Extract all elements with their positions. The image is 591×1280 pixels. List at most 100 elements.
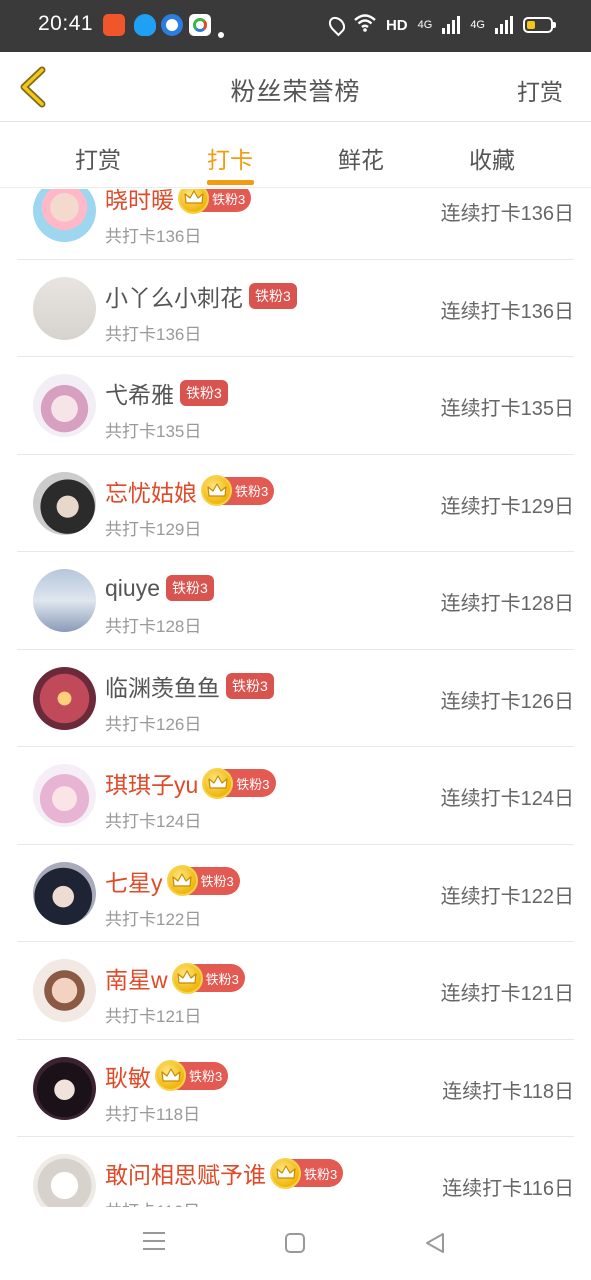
avatar[interactable]: [33, 666, 96, 730]
user-name[interactable]: 忘忧姑娘: [105, 474, 197, 508]
consecutive-checkin-days: 连续打卡121日: [440, 983, 574, 1005]
avatar[interactable]: [33, 471, 96, 535]
user-name[interactable]: 琪琪子yu: [105, 766, 198, 800]
system-navigation-bar: [0, 1207, 591, 1280]
consecutive-checkin-days: 连续打卡128日: [440, 593, 574, 615]
tab-reward[interactable]: 打赏: [38, 141, 158, 175]
consecutive-checkin-days: 连续打卡126日: [440, 690, 574, 713]
status-time: 20:41: [38, 12, 94, 35]
name-line: 七星y 铁粉3: [105, 865, 240, 897]
avatar[interactable]: [33, 374, 96, 437]
avatar[interactable]: [33, 1154, 96, 1207]
user-name[interactable]: 临渊羡鱼鱼: [105, 669, 220, 703]
home-square-icon[interactable]: [285, 1233, 305, 1253]
user-name[interactable]: qiuye: [105, 575, 160, 602]
menu-icon[interactable]: [143, 1232, 165, 1252]
crown-fan-badge: 铁粉3: [178, 189, 252, 214]
ranking-row[interactable]: qiuye 铁粉3 共打卡128日 连续打卡128日: [17, 552, 574, 650]
avatar[interactable]: [33, 1056, 96, 1120]
name-line: 晓时暖 铁粉3: [105, 189, 252, 215]
name-line: 南星w 铁粉3: [105, 962, 245, 994]
consecutive-checkin-days: 连续打卡136日: [440, 300, 574, 323]
name-line: 小丫么小刺花 铁粉3: [105, 280, 297, 312]
ranking-row[interactable]: 南星w 铁粉3 共打卡121日 连续打卡121日: [17, 942, 574, 1040]
consecutive-checkin-days: 连续打卡129日: [440, 495, 574, 518]
total-checkin-days: 共打卡136日: [105, 324, 202, 344]
ranking-row[interactable]: 弋希雅 铁粉3 共打卡135日 连续打卡135日: [17, 357, 574, 455]
ranking-row[interactable]: 琪琪子yu 铁粉3 共打卡124日 连续打卡124日: [17, 747, 574, 845]
wifi-icon: [354, 13, 376, 37]
user-name[interactable]: 七星y: [105, 864, 163, 898]
fan-level-label: 铁粉3: [212, 191, 246, 207]
qq-notification-icon: [134, 14, 156, 36]
fan-level-label: 铁粉3: [235, 484, 269, 499]
crown-icon: [178, 189, 209, 214]
reward-action-button[interactable]: 打赏: [517, 73, 563, 107]
photos-notification-icon: [189, 14, 211, 36]
ranking-tabs: 打赏 打卡 鲜花 收藏: [0, 123, 591, 188]
total-checkin-days: 共打卡128日: [105, 617, 202, 636]
consecutive-checkin-days: 连续打卡124日: [440, 788, 574, 810]
status-bar: 20:41 HD 4G 4G: [0, 0, 591, 52]
consecutive-checkin-days: 连续打卡122日: [440, 885, 574, 908]
browser-notification-icon: [161, 14, 183, 36]
tab-flowers[interactable]: 鲜花: [301, 141, 421, 175]
total-checkin-days: 共打卡121日: [105, 1007, 202, 1026]
user-name[interactable]: 耿敏: [105, 1059, 151, 1093]
consecutive-checkin-days: 连续打卡136日: [440, 203, 574, 225]
location-icon: [325, 13, 349, 37]
crown-icon: [171, 962, 203, 994]
crown-fan-badge: 铁粉3: [166, 865, 240, 896]
tab-favorites[interactable]: 收藏: [432, 141, 552, 175]
name-line: 弋希雅 铁粉3: [105, 377, 228, 409]
ranking-row[interactable]: 耿敏 铁粉3 共打卡118日 连续打卡118日: [17, 1040, 574, 1137]
crown-fan-badge: 铁粉3: [270, 1157, 344, 1189]
ranking-row[interactable]: 忘忧姑娘 铁粉3 共打卡129日 连续打卡129日: [17, 455, 574, 552]
avatar[interactable]: [33, 569, 96, 632]
battery-icon: [523, 17, 556, 33]
avatar[interactable]: [33, 189, 96, 242]
fan-level-badge: 铁粉3: [249, 282, 297, 309]
avatar[interactable]: [33, 861, 96, 925]
more-notifications-dot-icon: [218, 32, 224, 38]
consecutive-checkin-days: 连续打卡116日: [442, 1178, 574, 1200]
fan-level-label: 铁粉3: [205, 971, 239, 987]
signal-4g-label-1: 4G: [417, 19, 433, 31]
user-name[interactable]: 弋希雅: [105, 376, 174, 410]
user-name[interactable]: 敢问相思赋予谁: [105, 1156, 266, 1190]
crown-fan-badge: 铁粉3: [155, 1060, 229, 1091]
crown-fan-badge: 铁粉3: [201, 475, 275, 506]
fan-level-badge: 铁粉3: [180, 380, 228, 406]
consecutive-checkin-days: 连续打卡118日: [442, 1080, 574, 1103]
user-name[interactable]: 小丫么小刺花: [105, 279, 243, 313]
ranking-row[interactable]: 敢问相思赋予谁 铁粉3 共打卡116日 连续打卡116日: [17, 1137, 574, 1207]
avatar[interactable]: [33, 959, 96, 1022]
ranking-row[interactable]: 小丫么小刺花 铁粉3 共打卡136日 连续打卡136日: [17, 260, 574, 357]
top-app-bar: 粉丝荣誉榜 打赏: [0, 52, 591, 122]
ranking-row[interactable]: 晓时暖 铁粉3 共打卡136日 连续打卡136日: [17, 189, 574, 260]
ranking-row[interactable]: 临渊羡鱼鱼 铁粉3 共打卡126日 连续打卡126日: [17, 650, 574, 747]
signal-4g-label-2: 4G: [470, 19, 485, 31]
total-checkin-days: 共打卡118日: [105, 1104, 201, 1124]
total-checkin-days: 共打卡122日: [105, 909, 202, 929]
user-name[interactable]: 晓时暖: [105, 189, 174, 215]
name-line: 忘忧姑娘 铁粉3: [105, 474, 275, 508]
tab-checkin[interactable]: 打卡: [170, 141, 290, 175]
status-indicators: HD 4G 4G: [325, 12, 556, 38]
crown-icon: [155, 1060, 186, 1091]
checkin-ranking-list[interactable]: 晓时暖 铁粉3 共打卡136日 连续打卡136日 小丫么小刺花 铁粉3 共打卡136日 连续打…: [0, 189, 591, 1207]
total-checkin-days: 共打卡124日: [105, 812, 202, 831]
ranking-row[interactable]: 七星y 铁粉3 共打卡122日 连续打卡122日: [17, 845, 574, 942]
fan-level-label: 铁粉3: [236, 776, 270, 792]
signal-bars-icon-2: [495, 16, 513, 34]
user-name[interactable]: 南星w: [105, 961, 168, 995]
avatar[interactable]: [33, 276, 96, 340]
hd-voice-label: HD: [385, 16, 408, 34]
total-checkin-days: 共打卡126日: [105, 714, 202, 734]
consecutive-checkin-days: 连续打卡135日: [440, 398, 574, 420]
crown-fan-badge: 铁粉3: [171, 962, 245, 994]
avatar[interactable]: [33, 764, 96, 827]
back-triangle-icon[interactable]: [424, 1232, 446, 1254]
fan-level-label: 铁粉3: [189, 1069, 223, 1084]
name-line: 临渊羡鱼鱼 铁粉3: [105, 670, 274, 702]
